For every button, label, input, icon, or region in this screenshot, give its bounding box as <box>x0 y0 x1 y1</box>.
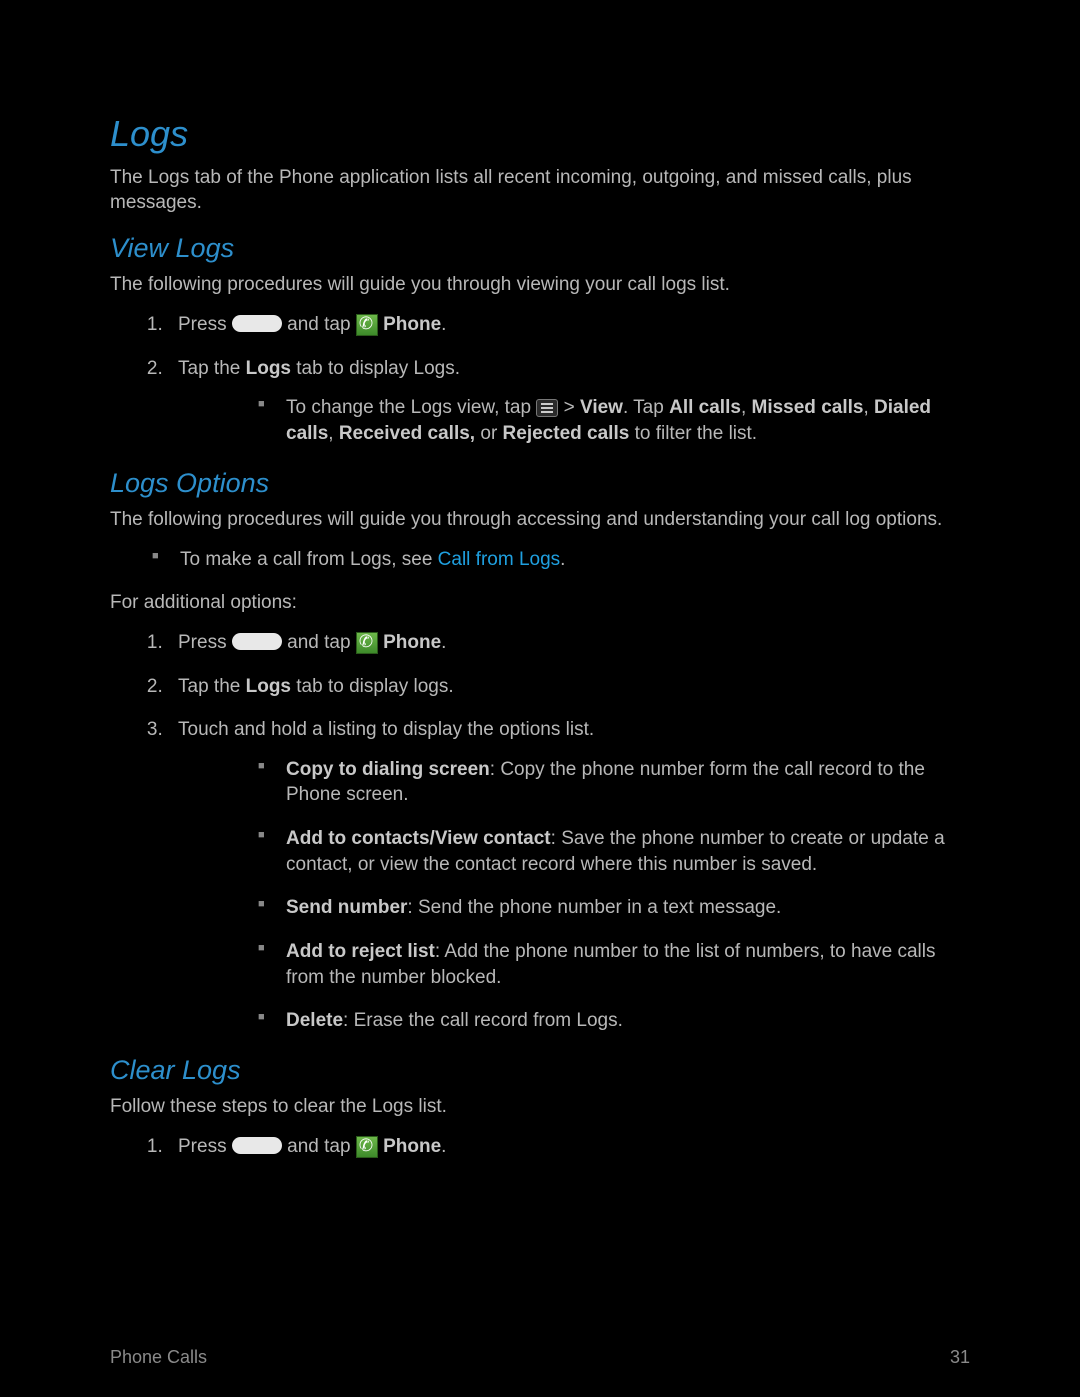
sub-list: To change the Logs view, tap > View. Tap… <box>258 395 970 446</box>
text: tab to display logs. <box>291 676 454 697</box>
bold-text: Add to reject list <box>286 941 435 962</box>
list-item: To change the Logs view, tap > View. Tap… <box>258 395 970 446</box>
text: . Tap <box>623 397 669 418</box>
list-item: Add to reject list: Add the phone number… <box>258 939 970 990</box>
text: Touch and hold a listing to display the … <box>178 719 594 740</box>
home-button-icon <box>232 315 282 332</box>
text: . <box>560 549 565 570</box>
clear-logs-intro: Follow these steps to clear the Logs lis… <box>110 1094 970 1120</box>
text: Tap the <box>178 676 246 697</box>
text: To make a call from Logs, see <box>180 549 438 570</box>
logs-options-heading: Logs Options <box>110 465 970 501</box>
view-logs-steps: Press and tap Phone. Tap the Logs tab to… <box>168 312 970 447</box>
view-logs-intro: The following procedures will guide you … <box>110 272 970 298</box>
footer-section: Phone Calls <box>110 1345 207 1369</box>
text: or <box>475 423 502 444</box>
text: and tap <box>282 1136 356 1157</box>
bold-text: Phone <box>383 314 441 335</box>
bold-text: Copy to dialing screen <box>286 759 490 780</box>
logs-options-intro: The following procedures will guide you … <box>110 507 970 533</box>
text: and tap <box>282 314 356 335</box>
text: Tap the <box>178 358 246 379</box>
page-title: Logs <box>110 110 970 159</box>
text: . <box>441 632 446 653</box>
text: . <box>441 314 446 335</box>
text: to filter the list. <box>629 423 757 444</box>
text: , <box>328 423 339 444</box>
logs-options-bullets: To make a call from Logs, see Call from … <box>152 547 970 573</box>
clear-logs-heading: Clear Logs <box>110 1052 970 1088</box>
bold-text: Phone <box>383 632 441 653</box>
additional-options-text: For additional options: <box>110 590 970 616</box>
bold-text: Delete <box>286 1010 343 1031</box>
list-item: Press and tap Phone. <box>168 630 970 656</box>
intro-text: The Logs tab of the Phone application li… <box>110 165 970 216</box>
home-button-icon <box>232 1137 282 1154</box>
list-item: Copy to dialing screen: Copy the phone n… <box>258 757 970 808</box>
phone-icon <box>356 632 378 654</box>
page-footer: Phone Calls 31 <box>110 1345 970 1369</box>
text: To change the Logs view, tap <box>286 397 536 418</box>
text: , <box>863 397 874 418</box>
bold-text: Logs <box>246 358 291 379</box>
footer-page-number: 31 <box>950 1345 970 1369</box>
bold-text: View <box>580 397 623 418</box>
list-item: Delete: Erase the call record from Logs. <box>258 1008 970 1034</box>
menu-icon <box>536 399 558 417</box>
bold-text: Rejected calls <box>503 423 630 444</box>
list-item: Add to contacts/View contact: Save the p… <box>258 826 970 877</box>
clear-logs-steps: Press and tap Phone. <box>168 1134 970 1160</box>
bold-text: Received calls, <box>339 423 475 444</box>
list-item: Tap the Logs tab to display logs. <box>168 674 970 700</box>
bold-text: All calls <box>669 397 741 418</box>
text: tab to display Logs. <box>291 358 460 379</box>
text: Press <box>178 314 232 335</box>
bold-text: Send number <box>286 897 407 918</box>
text: > <box>558 397 580 418</box>
text: and tap <box>282 632 356 653</box>
bold-text: Missed calls <box>752 397 864 418</box>
text: : Erase the call record from Logs. <box>343 1010 623 1031</box>
list-item: Tap the Logs tab to display Logs. To cha… <box>168 356 970 447</box>
bold-text: Phone <box>383 1136 441 1157</box>
bold-text: Logs <box>246 676 291 697</box>
options-sub-list: Copy to dialing screen: Copy the phone n… <box>258 757 970 1034</box>
list-item: Send number: Send the phone number in a … <box>258 895 970 921</box>
text: Press <box>178 632 232 653</box>
text: , <box>741 397 752 418</box>
list-item: To make a call from Logs, see Call from … <box>152 547 970 573</box>
list-item: Press and tap Phone. <box>168 312 970 338</box>
call-from-logs-link[interactable]: Call from Logs <box>438 549 561 570</box>
text: Press <box>178 1136 232 1157</box>
phone-icon <box>356 314 378 336</box>
home-button-icon <box>232 633 282 650</box>
logs-options-steps: Press and tap Phone. Tap the Logs tab to… <box>168 630 970 1034</box>
page-content: Logs The Logs tab of the Phone applicati… <box>0 0 1080 1160</box>
phone-icon <box>356 1136 378 1158</box>
list-item: Press and tap Phone. <box>168 1134 970 1160</box>
view-logs-heading: View Logs <box>110 230 970 266</box>
text: : Send the phone number in a text messag… <box>407 897 781 918</box>
bold-text: Add to contacts/View contact <box>286 828 551 849</box>
text: . <box>441 1136 446 1157</box>
list-item: Touch and hold a listing to display the … <box>168 717 970 1034</box>
